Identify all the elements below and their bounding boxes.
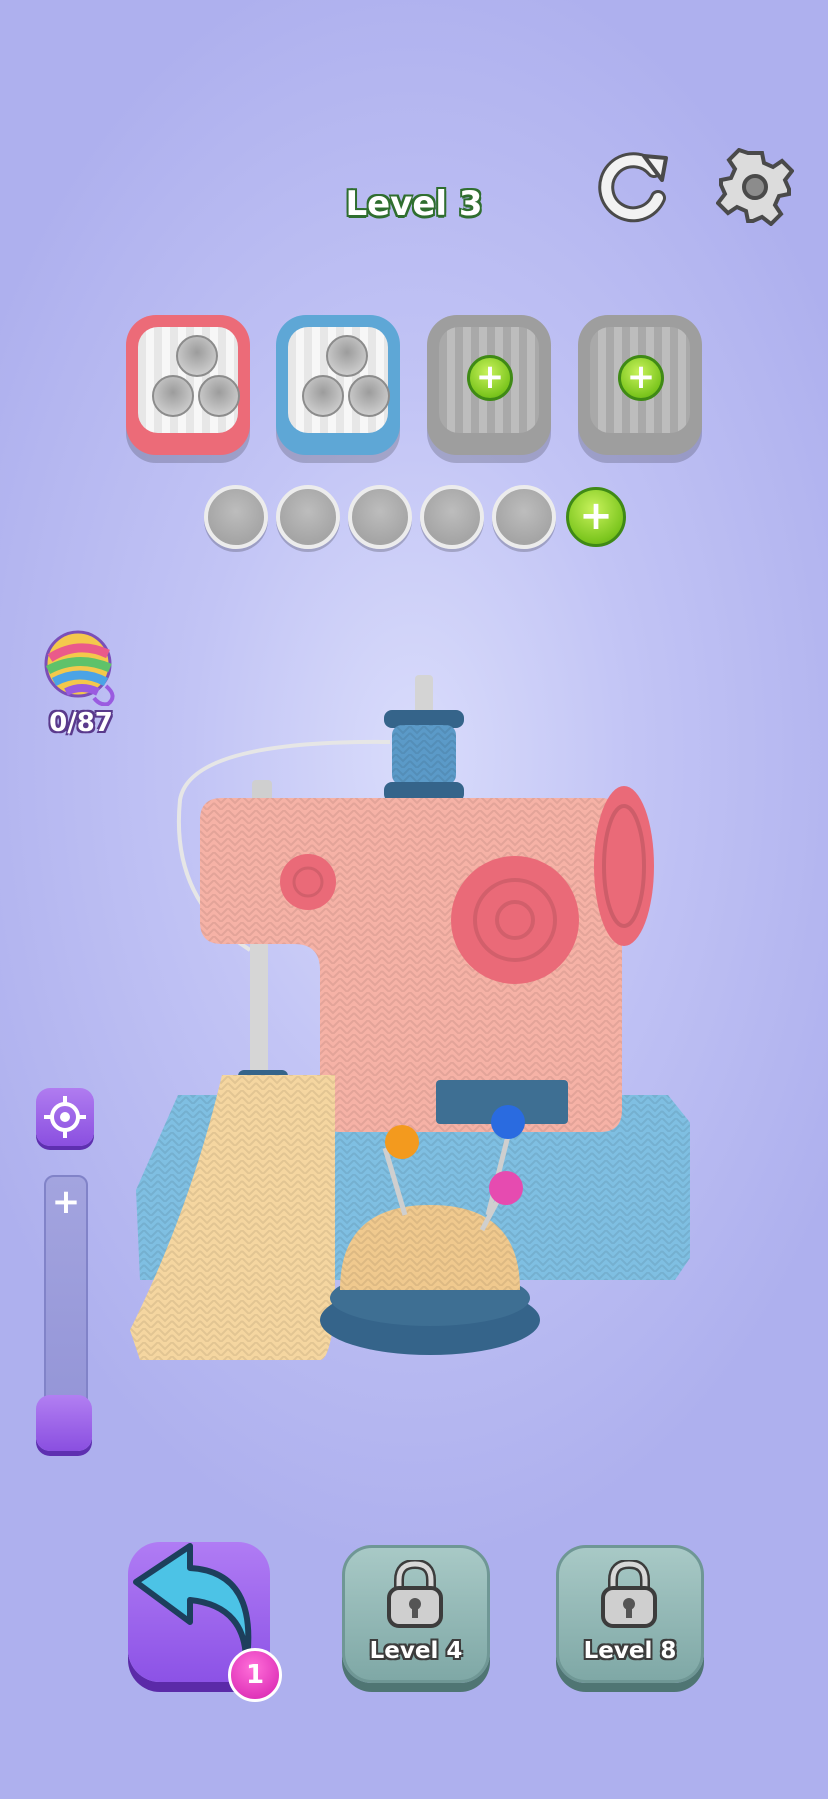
lock-icon — [601, 1560, 657, 1628]
recenter-button[interactable] — [36, 1088, 94, 1146]
empty-slot — [492, 485, 556, 549]
holder-face — [138, 327, 240, 433]
spool-holder-locked[interactable]: + — [578, 315, 702, 455]
level-title: Level 3 — [345, 184, 483, 224]
locked-level-label: Level 4 — [369, 1638, 463, 1664]
spool-holder-red[interactable] — [126, 315, 250, 455]
locked-level-4-button[interactable]: Level 4 — [342, 1545, 490, 1683]
zoom-in-button[interactable]: + — [46, 1185, 86, 1219]
yarn-ball-icon — [44, 630, 115, 706]
spool-hole[interactable] — [348, 375, 390, 417]
zoom-slider-thumb[interactable] — [36, 1395, 92, 1451]
gear-icon — [715, 147, 795, 227]
locked-level-label: Level 8 — [583, 1638, 677, 1664]
locked-level-8-button[interactable]: Level 8 — [556, 1545, 704, 1683]
yarn-counter: 0/87 — [49, 708, 113, 738]
empty-slot — [348, 485, 412, 549]
empty-slot — [276, 485, 340, 549]
settings-button[interactable] — [715, 147, 795, 227]
sewing-machine-scene[interactable] — [130, 670, 690, 1370]
target-icon — [44, 1096, 86, 1138]
spool-hole[interactable] — [326, 335, 368, 377]
spool-hole[interactable] — [302, 375, 344, 417]
spool-hole[interactable] — [198, 375, 240, 417]
holder-face — [288, 327, 390, 433]
spool-holder-locked[interactable]: + — [427, 315, 551, 455]
empty-slot — [420, 485, 484, 549]
restart-button[interactable] — [596, 148, 674, 226]
hand-wheel — [594, 786, 654, 946]
spool-holder-blue[interactable] — [276, 315, 400, 455]
plus-icon[interactable]: + — [618, 355, 664, 401]
restart-icon — [598, 152, 668, 223]
plus-icon[interactable]: + — [467, 355, 513, 401]
spool-hole[interactable] — [152, 375, 194, 417]
thread-spool — [384, 675, 464, 802]
lock-icon — [387, 1560, 443, 1628]
add-slot-button[interactable]: + — [566, 487, 626, 547]
spool-hole[interactable] — [176, 335, 218, 377]
empty-slot — [204, 485, 268, 549]
undo-count-badge: 1 — [228, 1648, 282, 1702]
